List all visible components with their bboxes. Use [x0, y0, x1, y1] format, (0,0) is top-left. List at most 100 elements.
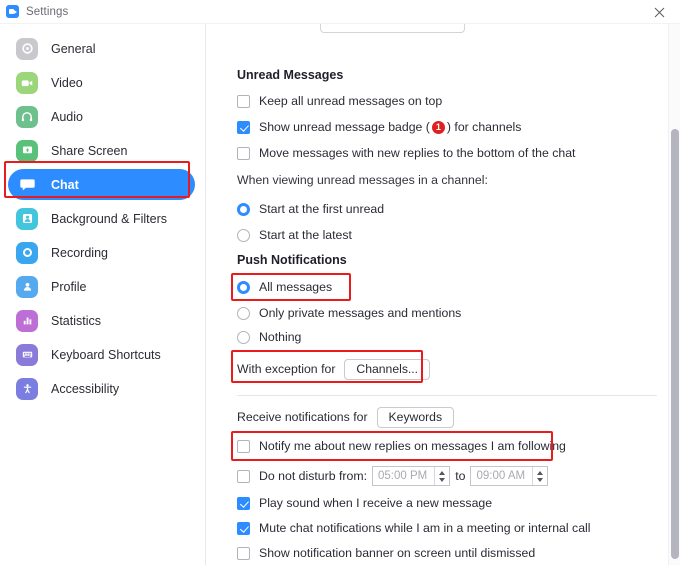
checkbox-row-notify-replies[interactable]: Notify me about new replies on messages …	[237, 434, 566, 458]
checkbox-row-keep-unread-on-top[interactable]: Keep all unread messages on top	[237, 89, 442, 113]
mute-chat-notifications-checkbox[interactable]	[237, 521, 250, 535]
sidebar-item-statistics[interactable]: Statistics	[8, 305, 195, 336]
checkbox-row-mute-in-meeting[interactable]: Mute chat notifications while I am in a …	[237, 516, 591, 540]
title-bar: Settings	[0, 0, 680, 24]
sidebar-item-profile[interactable]: Profile	[8, 271, 195, 302]
dnd-to-time-value: 09:00 AM	[476, 470, 526, 482]
nothing-radio[interactable]	[237, 330, 250, 344]
person-frame-icon	[16, 207, 38, 230]
settings-window: Settings General Video Audio Share Scree…	[0, 0, 680, 565]
exception-row: With exception for Channels...	[237, 357, 431, 381]
radio-row-only-private[interactable]: Only private messages and mentions	[237, 301, 461, 325]
show-unread-badge-checkbox[interactable]	[237, 120, 250, 134]
sidebar-item-video[interactable]: Video	[8, 67, 195, 98]
sidebar-item-label: Profile	[51, 279, 87, 294]
sidebar-item-background-filters[interactable]: Background & Filters	[8, 203, 195, 234]
do-not-disturb-row[interactable]: Do not disturb from: 05:00 PM to 09:00 A…	[237, 464, 553, 488]
notify-new-replies-checkbox[interactable]	[237, 439, 250, 453]
all-messages-radio[interactable]	[237, 280, 250, 294]
dnd-to-label: to	[455, 469, 466, 483]
checkbox-row-show-banner[interactable]: Show notification banner on screen until…	[237, 541, 535, 565]
spinner-arrows-icon[interactable]	[434, 467, 449, 485]
bar-chart-icon	[16, 309, 38, 332]
dnd-to-time-spinner[interactable]: 09:00 AM	[470, 466, 549, 486]
channels-button[interactable]: Channels...	[344, 358, 431, 380]
radio-row-start-at-latest[interactable]: Start at the latest	[237, 223, 352, 247]
chat-settings-panel: Unread Messages Keep all unread messages…	[207, 24, 680, 565]
radio-row-all-messages[interactable]: All messages	[237, 275, 332, 299]
share-screen-icon	[16, 139, 38, 162]
radio-label: Nothing	[259, 330, 302, 344]
radio-label: Start at the latest	[259, 228, 352, 242]
unread-count-badge: 1	[431, 120, 445, 134]
sidebar-item-label: Statistics	[51, 313, 102, 328]
sidebar-item-label: Video	[51, 75, 83, 90]
sidebar-item-label: Background & Filters	[51, 211, 168, 226]
checkbox-label: Show notification banner on screen until…	[259, 546, 536, 560]
chat-bubble-icon	[16, 174, 38, 196]
sidebar-item-general[interactable]: General	[8, 33, 195, 64]
keyboard-icon	[16, 343, 38, 366]
record-circle-icon	[16, 241, 38, 264]
window-title: Settings	[26, 5, 69, 18]
checkbox-row-show-unread-badge[interactable]: Show unread message badge ( 1 ) for chan…	[237, 115, 521, 139]
move-messages-bottom-checkbox[interactable]	[237, 146, 250, 160]
sidebar-item-recording[interactable]: Recording	[8, 237, 195, 268]
dnd-from-time-spinner[interactable]: 05:00 PM	[371, 466, 451, 486]
accessibility-icon	[16, 377, 38, 400]
radio-label: Only private messages and mentions	[259, 306, 462, 320]
only-private-messages-radio[interactable]	[237, 306, 250, 320]
checkbox-label: Keep all unread messages on top	[259, 94, 443, 108]
radio-row-nothing[interactable]: Nothing	[237, 325, 301, 349]
unread-messages-heading: Unread Messages	[237, 68, 344, 82]
keywords-label: Receive notifications for	[237, 410, 368, 424]
zoom-logo-icon	[6, 5, 19, 18]
checkbox-label: Mute chat notifications while I am in a …	[259, 521, 591, 535]
checkbox-row-play-sound[interactable]: Play sound when I receive a new message	[237, 491, 492, 515]
section-divider	[237, 395, 657, 396]
do-not-disturb-label: Do not disturb from:	[259, 469, 367, 483]
partial-dropdown-above[interactable]	[320, 24, 465, 33]
keywords-row: Receive notifications for Keywords	[237, 405, 455, 429]
sidebar-item-label: Keyboard Shortcuts	[51, 347, 161, 362]
person-icon	[16, 275, 38, 298]
sidebar-item-label: Accessibility	[51, 381, 120, 396]
dnd-from-time-value: 05:00 PM	[377, 470, 428, 482]
sidebar-item-accessibility[interactable]: Accessibility	[8, 373, 195, 404]
scrollbar-thumb[interactable]	[671, 129, 679, 559]
keep-unread-on-top-checkbox[interactable]	[237, 94, 250, 108]
radio-row-start-first-unread[interactable]: Start at the first unread	[237, 197, 384, 221]
radio-label: All messages	[259, 280, 333, 294]
sidebar-item-label: General	[51, 41, 96, 56]
sidebar-item-chat[interactable]: Chat	[8, 169, 195, 200]
sidebar-item-audio[interactable]: Audio	[8, 101, 195, 132]
exception-label: With exception for	[237, 362, 336, 376]
gear-icon	[16, 37, 38, 60]
close-icon[interactable]	[638, 0, 680, 24]
show-notification-banner-checkbox[interactable]	[237, 546, 250, 560]
sidebar-item-label: Share Screen	[51, 143, 128, 158]
sidebar-item-share-screen[interactable]: Share Screen	[8, 135, 195, 166]
checkbox-row-move-messages-bottom[interactable]: Move messages with new replies to the bo…	[237, 141, 575, 165]
sidebar-item-keyboard-shortcuts[interactable]: Keyboard Shortcuts	[8, 339, 195, 370]
start-first-unread-radio[interactable]	[237, 202, 250, 216]
start-at-latest-radio[interactable]	[237, 228, 250, 242]
radio-label: Start at the first unread	[259, 202, 385, 216]
play-sound-checkbox[interactable]	[237, 496, 250, 510]
sidebar-item-label: Chat	[51, 177, 79, 192]
sidebar-item-label: Audio	[51, 109, 83, 124]
vertical-scrollbar[interactable]	[668, 24, 680, 565]
checkbox-label: Play sound when I receive a new message	[259, 496, 493, 510]
keywords-button[interactable]: Keywords	[376, 406, 455, 428]
checkbox-label: Move messages with new replies to the bo…	[259, 146, 576, 160]
video-camera-icon	[16, 71, 38, 94]
sidebar: General Video Audio Share Screen Chat Ba…	[0, 24, 206, 565]
viewing-unread-label: When viewing unread messages in a channe…	[237, 173, 488, 187]
spinner-arrows-icon[interactable]	[532, 467, 547, 485]
checkbox-label: Notify me about new replies on messages …	[259, 439, 566, 453]
headphones-icon	[16, 105, 38, 128]
sidebar-item-label: Recording	[51, 245, 108, 260]
push-notifications-heading: Push Notifications	[237, 253, 347, 267]
checkbox-label-before: Show unread message badge (	[259, 120, 430, 134]
do-not-disturb-checkbox[interactable]	[237, 469, 250, 483]
